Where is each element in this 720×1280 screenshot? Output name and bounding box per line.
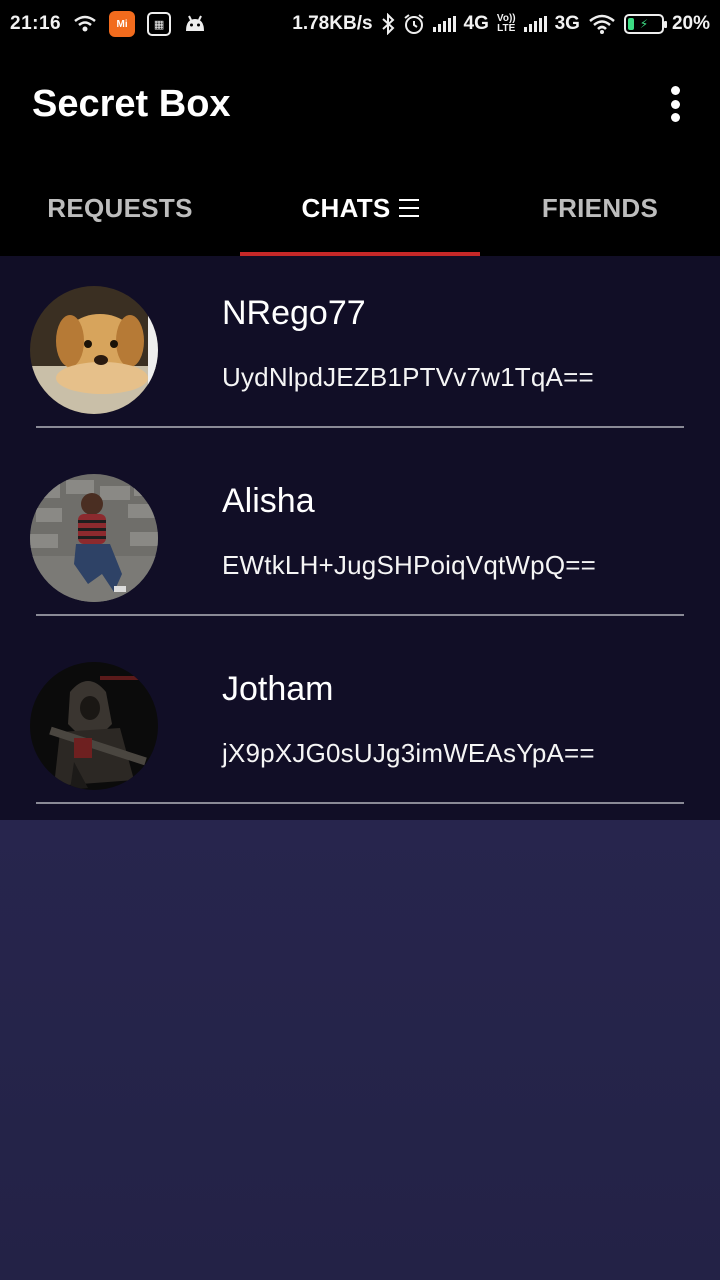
app-title: Secret Box: [32, 82, 231, 125]
wifi-icon: [588, 13, 616, 35]
signal-icon-2: [523, 16, 547, 32]
status-time: 21:16: [10, 13, 62, 34]
alarm-icon: [403, 13, 425, 35]
network-3g-label: 3G: [554, 13, 580, 34]
tab-requests[interactable]: REQUESTS: [0, 160, 240, 256]
battery-icon: ⚡: [623, 14, 667, 34]
avatar: [30, 474, 158, 602]
wifi-notification-icon: [73, 14, 97, 34]
app-bar: Secret Box: [0, 48, 720, 160]
signal-icon: [432, 16, 456, 32]
tab-requests-label: REQUESTS: [47, 192, 193, 223]
avatar: [30, 662, 158, 790]
calculator-icon: ▦: [147, 12, 172, 36]
chat-list: NRego77 UydNlpdJEZB1PTVv7w1TqA== Alisha: [0, 256, 720, 820]
status-bar: 21:16 Mi ▦ 1.78KB/s 4G Vo)) LTE 3G ⚡ 20%: [0, 0, 720, 48]
mi-app-icon: Mi: [109, 11, 136, 37]
chat-row[interactable]: Alisha EWtkLH+JugSHPoiqVqtWpQ==: [0, 444, 720, 632]
battery-percent: 20%: [671, 13, 710, 34]
bluetooth-icon: [381, 13, 395, 35]
overflow-menu-icon[interactable]: [660, 86, 690, 122]
menu-icon: [398, 199, 419, 217]
network-4g-label: 4G: [463, 13, 489, 34]
tab-bar: REQUESTS CHATS FRIENDS: [0, 160, 720, 256]
divider: [36, 802, 684, 804]
tab-friends-label: FRIENDS: [541, 192, 659, 223]
avatar: [30, 286, 158, 414]
tab-chats-label: CHATS: [301, 192, 391, 223]
chat-name: Alisha: [222, 482, 315, 520]
chat-row[interactable]: NRego77 UydNlpdJEZB1PTVv7w1TqA==: [0, 256, 720, 444]
tab-chats[interactable]: CHATS: [240, 160, 480, 256]
chat-message: jX9pXJG0sUJg3imWEAsYpA==: [222, 738, 595, 768]
volte-icon: Vo)) LTE: [497, 14, 516, 34]
chat-name: NRego77: [222, 294, 366, 332]
chat-message: EWtkLH+JugSHPoiqVqtWpQ==: [222, 550, 597, 580]
divider: [36, 426, 684, 428]
chat-message: UydNlpdJEZB1PTVv7w1TqA==: [222, 362, 594, 392]
mi-app-label: Mi: [116, 18, 128, 30]
tab-friends[interactable]: FRIENDS: [480, 160, 720, 256]
volte-bottom: LTE: [497, 23, 516, 34]
chat-row[interactable]: Jotham jX9pXJG0sUJg3imWEAsYpA==: [0, 632, 720, 820]
network-speed: 1.78KB/s: [292, 13, 373, 34]
divider: [36, 614, 684, 616]
android-icon: [183, 15, 207, 33]
chat-name: Jotham: [222, 670, 334, 708]
